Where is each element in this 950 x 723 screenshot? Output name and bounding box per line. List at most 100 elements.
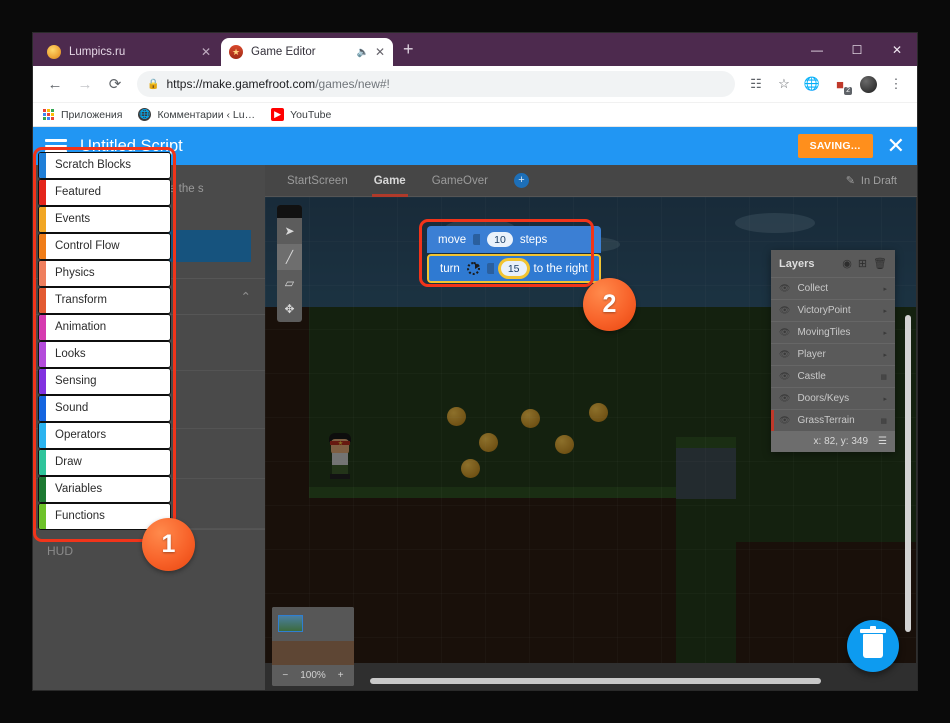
minimap-viewport[interactable] xyxy=(278,615,303,632)
trash-icon xyxy=(860,626,886,658)
eye-icon[interactable]: 👁 xyxy=(779,415,790,426)
tab-startscreen[interactable]: StartScreen xyxy=(287,165,348,197)
layer-item-doors-keys[interactable]: 👁 Doors/Keys ▸ xyxy=(771,387,895,409)
vertical-scrollbar[interactable] xyxy=(905,315,911,632)
tab-game[interactable]: Game xyxy=(371,165,408,197)
reload-button[interactable]: ⟳ xyxy=(101,70,129,98)
zoom-out-button[interactable]: − xyxy=(282,670,288,681)
layer-item-castle[interactable]: 👁 Castle ▦ xyxy=(771,365,895,387)
eye-icon[interactable]: 👁 xyxy=(779,371,790,382)
zoom-in-button[interactable]: + xyxy=(338,670,344,681)
scratch-blocks-workspace[interactable]: move 10 steps turn 15 to the right xyxy=(427,226,601,283)
extension-icon[interactable]: ■ 2 xyxy=(827,71,853,97)
category-featured[interactable]: Featured xyxy=(38,179,171,206)
globe-extension-icon[interactable]: 🌐 xyxy=(799,71,825,97)
eye-icon[interactable]: 👁 xyxy=(779,327,790,338)
chevron-right-icon[interactable]: ▸ xyxy=(883,285,887,293)
move-block[interactable]: move 10 steps xyxy=(427,226,601,253)
brush-tool[interactable]: ╱ xyxy=(277,244,302,270)
zoom-controls: − 100% + xyxy=(272,665,354,686)
horizontal-scrollbar[interactable] xyxy=(370,678,821,684)
tiles-icon[interactable]: ▦ xyxy=(880,417,887,425)
address-bar[interactable]: 🔒 https://make.gamefroot.com/games/new#! xyxy=(137,71,735,97)
tab-title: Lumpics.ru xyxy=(69,46,126,58)
layer-item-player[interactable]: 👁 Player ▸ xyxy=(771,343,895,365)
close-window-button[interactable]: ✕ xyxy=(877,33,917,66)
minimap-preview xyxy=(272,607,354,665)
move-block-unit: steps xyxy=(519,233,548,246)
eye-icon[interactable]: 👁 xyxy=(779,305,790,316)
eye-icon[interactable]: 👁 xyxy=(779,283,790,294)
browser-tab-lumpics[interactable]: Lumpics.ru ✕ xyxy=(39,38,219,66)
trash-button[interactable] xyxy=(847,620,899,672)
bookmark-apps[interactable]: Приложения xyxy=(42,108,122,121)
move-steps-input[interactable]: 10 xyxy=(487,232,513,247)
category-label: Variables xyxy=(55,483,103,496)
layer-name: MovingTiles xyxy=(797,327,851,338)
status-badge[interactable]: SAVING... xyxy=(797,134,873,158)
layer-item-victorypoint[interactable]: 👁 VictoryPoint ▸ xyxy=(771,299,895,321)
eye-icon[interactable]: 👁 xyxy=(779,349,790,360)
category-operators[interactable]: Operators xyxy=(38,422,171,449)
bookmark-star-icon[interactable]: ☆ xyxy=(771,71,797,97)
category-variables[interactable]: Variables xyxy=(38,476,171,503)
tab-gameover[interactable]: GameOver xyxy=(432,165,488,197)
move-tool[interactable]: ✥ xyxy=(277,296,302,322)
forward-button[interactable]: → xyxy=(71,70,99,98)
delete-layer-icon[interactable]: 🗑 xyxy=(873,257,887,270)
url-text: https://make.gamefroot.com/games/new#! xyxy=(166,77,390,91)
category-color-bar xyxy=(39,369,46,394)
category-sensing[interactable]: Sensing xyxy=(38,368,171,395)
layer-name: GrassTerrain xyxy=(797,415,855,426)
category-transform[interactable]: Transform xyxy=(38,287,171,314)
category-label: Draw xyxy=(55,456,82,469)
add-layer-icon[interactable]: ⊞ xyxy=(858,257,867,270)
eraser-tool[interactable]: ▱ xyxy=(277,270,302,296)
category-animation[interactable]: Animation xyxy=(38,314,171,341)
layer-item-collect[interactable]: 👁 Collect ▸ xyxy=(771,277,895,299)
eye-icon[interactable]: 👁 xyxy=(779,393,790,404)
category-color-bar xyxy=(39,261,46,286)
category-draw[interactable]: Draw xyxy=(38,449,171,476)
turn-block-suffix: to the right xyxy=(533,262,588,275)
close-icon[interactable]: ✕ xyxy=(887,135,905,157)
browser-tab-game-editor[interactable]: ★ Game Editor 🔈 ✕ xyxy=(221,38,393,66)
category-control-flow[interactable]: Control Flow xyxy=(38,233,171,260)
layers-title: Layers xyxy=(779,257,815,270)
category-events[interactable]: Events xyxy=(38,206,171,233)
chevron-right-icon[interactable]: ▸ xyxy=(883,351,887,359)
avatar[interactable] xyxy=(855,71,881,97)
cursor-tool[interactable]: ➤ xyxy=(277,218,302,244)
bookmark-comments[interactable]: 🌐 Комментарии ‹ Lu… xyxy=(138,108,255,121)
annotation-callout-2: 2 xyxy=(583,278,636,331)
category-looks[interactable]: Looks xyxy=(38,341,171,368)
minimize-button[interactable]: — xyxy=(797,33,837,66)
chevron-right-icon[interactable]: ▸ xyxy=(883,395,887,403)
layer-item-movingtiles[interactable]: 👁 MovingTiles ▸ xyxy=(771,321,895,343)
turn-degrees-input[interactable]: 15 xyxy=(500,261,527,276)
add-tab-button[interactable]: + xyxy=(513,173,529,188)
chevron-right-icon[interactable]: ▸ xyxy=(883,329,887,337)
turn-block[interactable]: turn 15 to the right xyxy=(427,254,601,283)
drag-handle-icon[interactable]: ☰ xyxy=(878,436,887,447)
close-icon[interactable]: ✕ xyxy=(201,45,211,59)
speaker-icon[interactable]: 🔈 xyxy=(356,47,368,58)
chevron-right-icon[interactable]: ▸ xyxy=(883,307,887,315)
tiles-icon[interactable]: ▦ xyxy=(880,373,887,381)
select-icon[interactable]: ◉ xyxy=(842,257,852,270)
hamburger-icon[interactable] xyxy=(45,139,67,153)
new-tab-button[interactable]: + xyxy=(403,40,414,58)
layer-item-grassterrain[interactable]: 👁 GrassTerrain ▦ xyxy=(771,409,895,431)
translate-icon[interactable]: ☷ xyxy=(743,71,769,97)
browser-tab-strip: Lumpics.ru ✕ ★ Game Editor 🔈 ✕ + — ☐ ✕ xyxy=(33,33,917,66)
close-icon[interactable]: ✕ xyxy=(375,45,385,59)
category-scratch-blocks[interactable]: Scratch Blocks xyxy=(38,152,171,179)
category-sound[interactable]: Sound xyxy=(38,395,171,422)
browser-menu-icon[interactable]: ⋮ xyxy=(883,71,909,97)
minimap[interactable]: − 100% + xyxy=(272,607,354,686)
category-label: Events xyxy=(55,213,91,226)
bookmark-youtube[interactable]: ▶ YouTube xyxy=(271,108,331,121)
maximize-button[interactable]: ☐ xyxy=(837,33,877,66)
category-physics[interactable]: Physics xyxy=(38,260,171,287)
back-button[interactable]: ← xyxy=(41,70,69,98)
